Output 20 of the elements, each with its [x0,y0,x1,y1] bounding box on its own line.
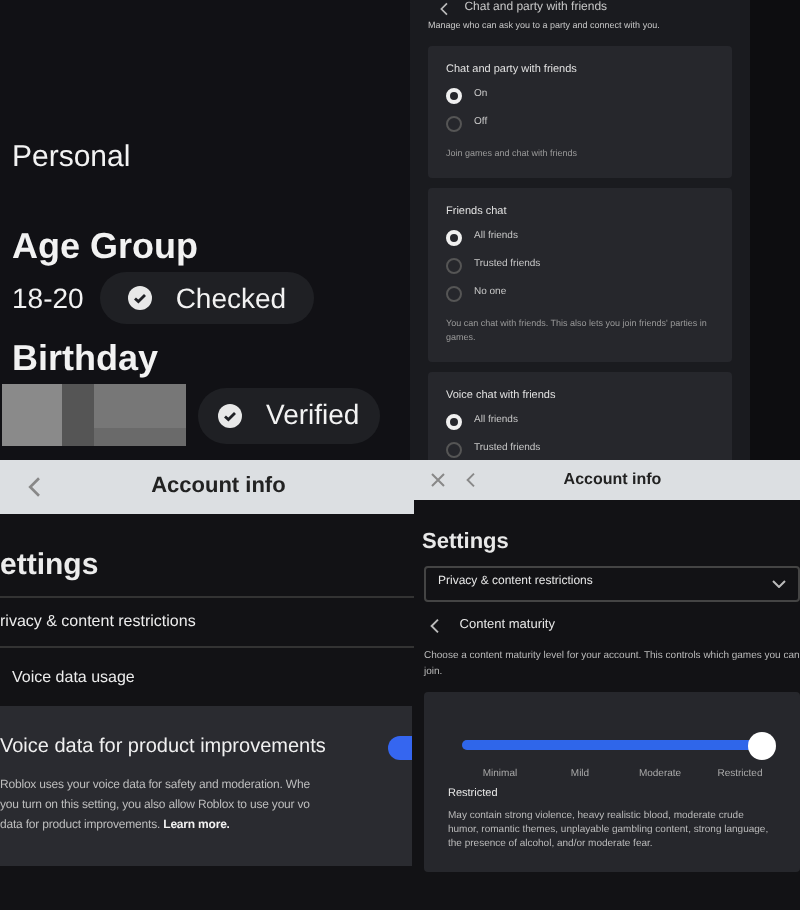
section-heading: Settings [422,528,511,558]
section-heading: ettings [0,546,101,586]
check-circle-icon [218,403,242,427]
header-title: Account info [151,472,286,503]
menu-row[interactable]: Voice data usage [0,648,414,706]
status-badge: Verified [198,387,380,443]
status-badge: Checked [99,272,315,324]
check-circle-icon [127,286,152,310]
close-icon[interactable] [430,472,446,488]
section-title: Personal [10,138,133,178]
toggle-switch[interactable] [388,735,412,759]
field-title: Age Group [10,224,200,268]
chevron-down-icon [772,579,786,587]
slider-thumb[interactable] [748,731,776,759]
back-icon[interactable] [430,617,440,633]
toggle-label: Voice data for product improvements [0,734,326,762]
header-title: Account info [563,468,662,492]
age-value: 18-20 [12,279,84,317]
field-title: Birthday [10,336,161,380]
back-icon[interactable] [440,2,449,16]
